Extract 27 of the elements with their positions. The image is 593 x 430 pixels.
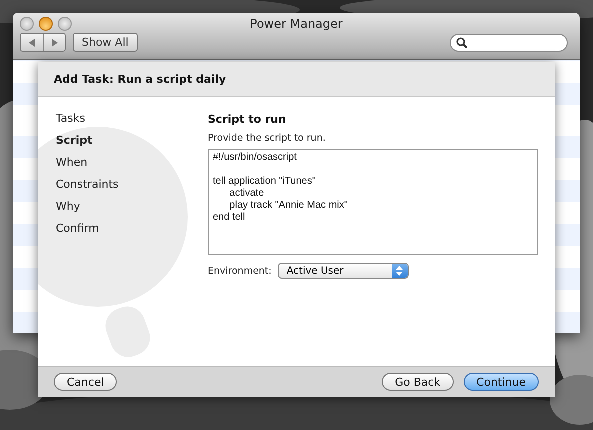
search-field[interactable] xyxy=(450,34,568,52)
sheet-title: Add Task: Run a script daily xyxy=(54,72,226,86)
forward-button[interactable] xyxy=(43,34,65,51)
right-arrow-icon xyxy=(50,38,58,46)
step-item[interactable]: Constraints xyxy=(56,178,208,194)
step-item[interactable]: Script xyxy=(56,134,208,150)
show-all-button[interactable]: Show All xyxy=(73,33,138,52)
close-button[interactable] xyxy=(20,17,34,31)
search-icon xyxy=(456,36,468,48)
step-item[interactable]: Tasks xyxy=(56,112,208,128)
step-item[interactable]: Confirm xyxy=(56,222,208,238)
zoom-button[interactable] xyxy=(58,17,72,31)
window-title: Power Manager xyxy=(250,16,343,31)
continue-button[interactable]: Continue xyxy=(464,373,539,391)
go-back-button[interactable]: Go Back xyxy=(382,373,454,391)
environment-label: Environment: xyxy=(208,266,272,276)
minimize-button[interactable] xyxy=(39,17,53,31)
script-field[interactable]: #!/usr/bin/osascript tell application "iTunes" activate play track "Annie Mac mix" end tell xyxy=(208,149,538,255)
environment-dropdown[interactable]: Active User xyxy=(278,263,409,279)
left-arrow-icon xyxy=(28,38,36,46)
back-button[interactable] xyxy=(21,34,43,51)
instruction-text: Provide the script to run. xyxy=(208,133,327,144)
cancel-button[interactable]: Cancel xyxy=(54,373,118,391)
step-item[interactable]: When xyxy=(56,156,208,172)
section-heading: Script to run xyxy=(208,113,288,126)
step-item[interactable]: Why xyxy=(56,200,208,216)
stepper-icon xyxy=(392,264,408,278)
